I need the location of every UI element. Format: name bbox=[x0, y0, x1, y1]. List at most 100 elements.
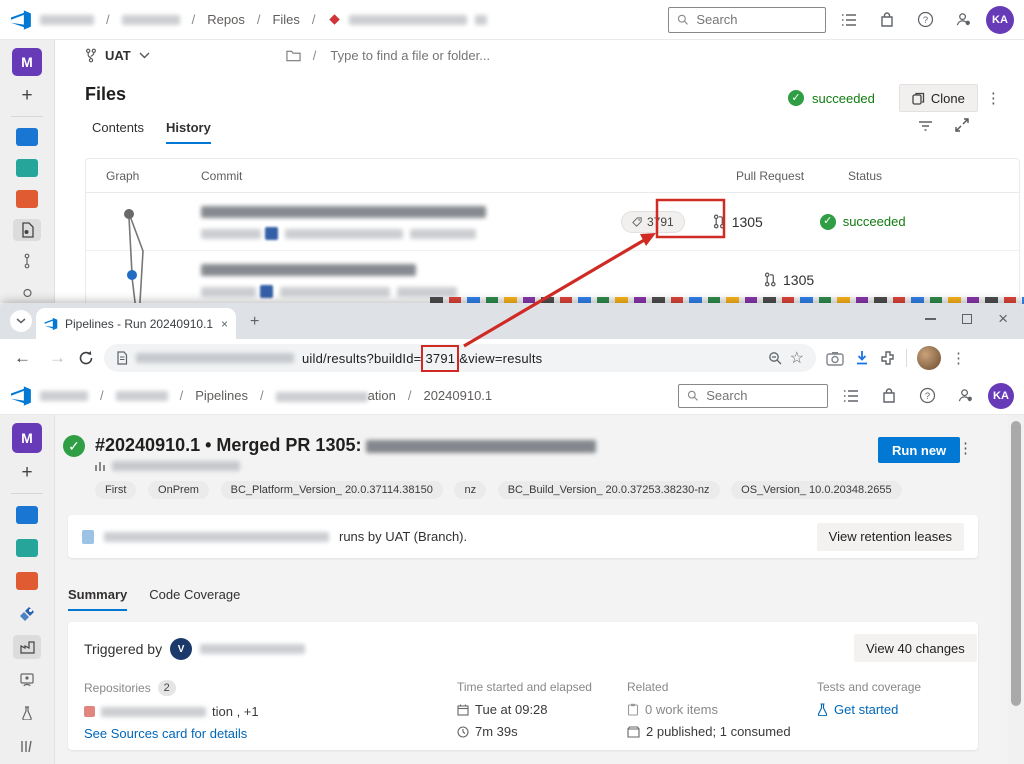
run-breadcrumb-org-blurred[interactable] bbox=[40, 391, 88, 401]
bg-search-box[interactable] bbox=[668, 7, 826, 33]
bg-project-avatar[interactable]: M bbox=[12, 48, 42, 76]
user-settings-icon[interactable] bbox=[948, 5, 978, 35]
window-minimize-icon[interactable] bbox=[925, 318, 936, 320]
run-tag[interactable]: First bbox=[95, 481, 136, 499]
reload-icon[interactable] bbox=[78, 350, 94, 366]
url-address-bar[interactable]: uild/results?buildId=3791&view=results ☆ bbox=[104, 344, 816, 372]
help-icon[interactable]: ? bbox=[912, 381, 942, 411]
download-icon[interactable] bbox=[854, 350, 870, 366]
tab-code-coverage[interactable]: Code Coverage bbox=[149, 587, 240, 611]
run-tag[interactable]: BC_Platform_Version_ 20.0.37114.38150 bbox=[221, 481, 443, 499]
build-status-text[interactable]: succeeded bbox=[812, 91, 875, 106]
run-breadcrumb-project-blurred[interactable] bbox=[116, 391, 168, 401]
run-search-input[interactable] bbox=[704, 387, 819, 404]
run-breadcrumb-pipelines[interactable]: Pipelines bbox=[195, 388, 248, 403]
clone-button[interactable]: Clone bbox=[899, 84, 978, 112]
files-nav-icon[interactable] bbox=[13, 219, 41, 241]
boards-icon[interactable] bbox=[13, 126, 41, 148]
file-finder-input[interactable] bbox=[328, 47, 548, 64]
bg-search-input[interactable] bbox=[694, 11, 817, 28]
forward-icon[interactable]: → bbox=[47, 348, 68, 368]
fullscreen-icon[interactable] bbox=[955, 118, 969, 132]
pr-number[interactable]: 1305 bbox=[732, 214, 763, 230]
marketplace-bag-icon[interactable] bbox=[874, 381, 904, 411]
bg-more-options-icon[interactable]: ⋮ bbox=[986, 89, 1001, 107]
add-project-item-icon[interactable]: + bbox=[21, 462, 32, 484]
view-changes-button[interactable]: View 40 changes bbox=[854, 634, 977, 662]
browser-profile-avatar[interactable] bbox=[917, 346, 941, 370]
user-settings-icon[interactable] bbox=[950, 381, 980, 411]
run-project-avatar[interactable]: M bbox=[12, 423, 42, 453]
environments-icon[interactable] bbox=[13, 635, 41, 659]
view-retention-leases-button[interactable]: View retention leases bbox=[817, 523, 964, 551]
see-sources-link[interactable]: See Sources card for details bbox=[84, 726, 247, 741]
get-started-link[interactable]: Get started bbox=[834, 702, 898, 717]
window-maximize-icon[interactable] bbox=[962, 314, 972, 324]
help-icon[interactable]: ? bbox=[910, 5, 940, 35]
my-work-icon[interactable] bbox=[834, 5, 864, 35]
run-new-button[interactable]: Run new bbox=[878, 437, 960, 463]
run-more-options-icon[interactable]: ⋮ bbox=[958, 439, 973, 457]
run-tag[interactable]: OnPrem bbox=[148, 481, 209, 499]
run-breadcrumb-pipeline-name[interactable]: ation bbox=[276, 388, 396, 403]
repo-name-blurred[interactable] bbox=[101, 707, 206, 717]
run-tag[interactable]: OS_Version_ 10.0.20348.2655 bbox=[731, 481, 901, 499]
tab-contents[interactable]: Contents bbox=[92, 120, 144, 144]
my-work-icon[interactable] bbox=[836, 381, 866, 411]
bg-breadcrumb-repos[interactable]: Repos bbox=[207, 12, 245, 27]
commit-1-title-blurred[interactable] bbox=[201, 206, 486, 218]
tab-summary[interactable]: Summary bbox=[68, 587, 127, 611]
tab-search-chevron-icon[interactable] bbox=[10, 310, 32, 332]
bg-breadcrumb-files[interactable]: Files bbox=[272, 12, 299, 27]
bg-breadcrumb-org-blurred[interactable] bbox=[40, 15, 94, 25]
build-tag-badge[interactable]: 3791 bbox=[621, 211, 685, 233]
work-items-text[interactable]: 0 work items bbox=[645, 702, 718, 717]
pipelines-icon[interactable] bbox=[13, 602, 41, 626]
run-pipeline-name-blurred[interactable] bbox=[112, 461, 240, 471]
commit-2-title-blurred[interactable] bbox=[201, 264, 416, 276]
run-tag[interactable]: nz bbox=[454, 481, 486, 499]
scrollbar[interactable] bbox=[1008, 415, 1024, 764]
bg-breadcrumb-repo-name-blurred[interactable] bbox=[349, 15, 467, 25]
chevron-down-icon[interactable] bbox=[139, 52, 150, 59]
test-plans-icon[interactable] bbox=[13, 536, 41, 560]
run-tag[interactable]: BC_Build_Version_ 20.0.37253.38230-nz bbox=[498, 481, 720, 499]
back-icon[interactable]: ← bbox=[8, 348, 37, 368]
artifacts-text[interactable]: 2 published; 1 consumed bbox=[646, 724, 791, 739]
zoom-page-icon[interactable] bbox=[768, 351, 782, 365]
run-search-box[interactable] bbox=[678, 384, 828, 408]
azure-devops-logo-icon[interactable] bbox=[10, 9, 32, 31]
releases-icon[interactable] bbox=[13, 668, 41, 692]
window-close-icon[interactable]: × bbox=[998, 309, 1008, 329]
scrollbar-thumb[interactable] bbox=[1011, 421, 1021, 706]
screenshot-camera-icon[interactable] bbox=[826, 351, 844, 366]
branch-selector[interactable]: UAT bbox=[105, 48, 131, 63]
commit-row-1[interactable]: 3791 1305 ✓ succeeded bbox=[86, 193, 1019, 251]
run-breadcrumb-run-number[interactable]: 20240910.1 bbox=[423, 388, 492, 403]
bg-user-avatar[interactable]: KA bbox=[986, 6, 1014, 34]
tab-history[interactable]: History bbox=[166, 120, 211, 144]
task-groups-icon[interactable] bbox=[13, 734, 41, 758]
extensions-puzzle-icon[interactable] bbox=[880, 350, 896, 366]
new-tab-icon[interactable]: + bbox=[250, 313, 259, 331]
branches-icon[interactable] bbox=[13, 250, 41, 272]
run-user-avatar[interactable]: KA bbox=[988, 383, 1014, 409]
browser-tab[interactable]: Pipelines - Run 20240910.1 × bbox=[36, 308, 236, 339]
repo-name-visible-suffix[interactable]: tion , +1 bbox=[212, 704, 259, 719]
library-icon[interactable] bbox=[13, 701, 41, 725]
triggering-user-name-blurred[interactable] bbox=[200, 644, 305, 654]
bg-breadcrumb-project-blurred[interactable] bbox=[122, 15, 180, 25]
browser-menu-icon[interactable]: ⋮ bbox=[951, 349, 966, 367]
pr-number[interactable]: 1305 bbox=[783, 272, 814, 288]
row-status-text[interactable]: succeeded bbox=[843, 214, 906, 229]
folder-icon[interactable] bbox=[286, 49, 301, 62]
bookmark-star-icon[interactable]: ☆ bbox=[790, 348, 804, 368]
tags-nav-icon[interactable] bbox=[13, 281, 41, 303]
repos-icon[interactable] bbox=[13, 569, 41, 593]
triggering-user-avatar[interactable]: V bbox=[170, 638, 192, 660]
filter-icon[interactable] bbox=[918, 120, 933, 132]
repos-icon[interactable] bbox=[13, 188, 41, 210]
add-project-item-icon[interactable]: + bbox=[21, 85, 32, 107]
marketplace-bag-icon[interactable] bbox=[872, 5, 902, 35]
azure-devops-logo-icon[interactable] bbox=[10, 385, 32, 407]
